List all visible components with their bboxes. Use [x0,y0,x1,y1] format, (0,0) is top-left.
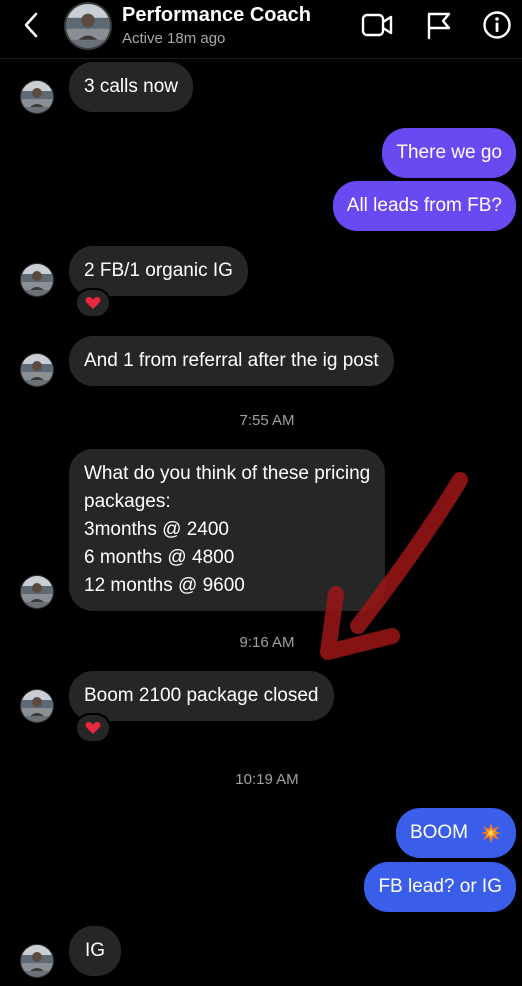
message-bubble[interactable]: FB lead? or IG [364,862,516,912]
avatar[interactable] [20,80,54,114]
annotation-arrow-icon [320,472,468,660]
chat-header: Performance Coach Active 18m ago [0,0,522,59]
avatar[interactable] [20,689,54,723]
message-bubble[interactable]: 3 calls now [69,62,193,112]
avatar[interactable] [20,575,54,609]
message-bubble[interactable]: There we go [382,128,516,178]
timestamp: 10:19 AM [235,771,299,788]
avatar[interactable] [20,944,54,978]
info-icon[interactable] [482,10,512,40]
active-status: Active 18m ago [122,30,226,47]
conversation-title[interactable]: Performance Coach [122,4,311,27]
avatar[interactable] [20,263,54,297]
message-bubble[interactable]: All leads from FB? [332,181,516,231]
reaction-badge[interactable] [75,713,111,743]
message-text: BOOM [409,822,468,843]
message-bubble[interactable]: BOOM [395,808,516,858]
message-bubble[interactable]: And 1 from referral after the ig post [69,336,394,386]
chevron-left-icon[interactable] [18,10,46,40]
flag-icon[interactable] [424,10,454,40]
reaction-badge[interactable] [75,288,111,318]
heart-icon [85,722,101,734]
message-bubble[interactable]: Boom 2100 package closed [69,671,334,721]
avatar[interactable] [20,353,54,387]
heart-icon [85,297,101,309]
timestamp: 7:55 AM [239,412,295,429]
video-camera-icon[interactable] [360,10,394,40]
collision-icon [481,823,501,843]
avatar[interactable] [64,2,112,50]
message-bubble[interactable]: IG [69,926,122,976]
